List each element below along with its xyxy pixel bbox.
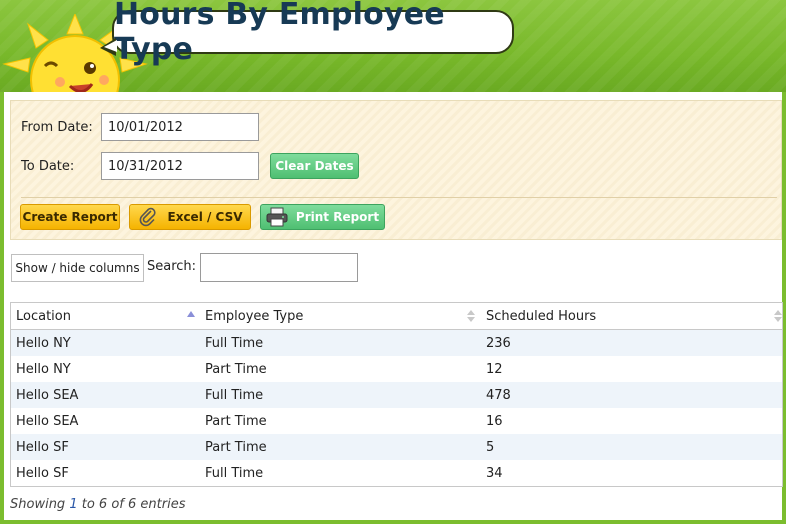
cell-employee-type: Full Time <box>205 465 264 481</box>
cell-employee-type: Part Time <box>205 413 267 429</box>
table-bottom-border <box>10 486 783 487</box>
table-row[interactable]: Hello SEA Part Time 16 <box>10 408 783 434</box>
cell-scheduled-hours: 34 <box>486 465 503 481</box>
info-of: of <box>107 497 128 512</box>
from-date-label: From Date: <box>21 120 93 135</box>
excel-csv-label: Excel / CSV <box>167 210 243 224</box>
cell-scheduled-hours: 16 <box>486 413 503 429</box>
cell-location: Hello NY <box>16 361 71 377</box>
column-header-scheduled-hours[interactable]: Scheduled Hours <box>481 303 784 329</box>
cell-scheduled-hours: 236 <box>486 335 511 351</box>
printer-icon <box>266 207 288 227</box>
frame-left <box>0 92 4 524</box>
header-banner: Hours By Employee Type <box>0 0 786 92</box>
bubble-tail-fill <box>104 40 117 52</box>
cell-location: Hello SF <box>16 465 69 481</box>
info-prefix: Showing <box>10 497 70 512</box>
sort-both-icon <box>467 310 475 322</box>
column-header-employee-type[interactable]: Employee Type <box>200 303 481 329</box>
excel-csv-button[interactable]: Excel / CSV <box>129 204 251 230</box>
panel-divider <box>21 197 777 198</box>
cell-employee-type: Full Time <box>205 335 264 351</box>
page-title: Hours By Employee Type <box>114 0 445 67</box>
info-start: 1 <box>69 497 78 512</box>
column-header-scheduled-hours-label: Scheduled Hours <box>486 308 597 324</box>
cell-employee-type: Part Time <box>205 361 267 377</box>
table-header: Location Employee Type Scheduled Hours <box>10 302 783 330</box>
cell-scheduled-hours: 5 <box>486 439 495 455</box>
clear-dates-button[interactable]: Clear Dates <box>270 153 359 179</box>
cell-location: Hello SF <box>16 439 69 455</box>
cell-employee-type: Full Time <box>205 387 264 403</box>
column-header-location[interactable]: Location <box>11 303 200 329</box>
cell-scheduled-hours: 478 <box>486 387 511 403</box>
sort-both-icon <box>774 310 782 322</box>
cell-location: Hello SEA <box>16 387 79 403</box>
search-label: Search: <box>147 259 197 274</box>
table-row[interactable]: Hello SF Full Time 34 <box>10 460 783 486</box>
cell-location: Hello NY <box>16 335 71 351</box>
filter-panel: From Date: To Date: Clear Dates Create R… <box>10 100 782 240</box>
from-date-field[interactable] <box>101 113 259 141</box>
cell-employee-type: Part Time <box>205 439 267 455</box>
column-header-employee-type-label: Employee Type <box>205 308 304 324</box>
table-row[interactable]: Hello NY Full Time 236 <box>10 330 783 356</box>
column-header-location-label: Location <box>16 308 71 324</box>
create-report-label: Create Report <box>22 210 118 224</box>
print-report-label: Print Report <box>295 210 380 224</box>
clear-dates-label: Clear Dates <box>275 159 354 173</box>
cell-scheduled-hours: 12 <box>486 361 503 377</box>
table-row[interactable]: Hello NY Part Time 12 <box>10 356 783 382</box>
table-info: Showing 1 to 6 of 6 entries <box>10 497 185 512</box>
table-row[interactable]: Hello SF Part Time 5 <box>10 434 783 460</box>
sort-asc-icon <box>187 311 195 317</box>
show-hide-columns-button[interactable]: Show / hide columns <box>11 254 144 282</box>
show-hide-columns-label: Show / hide columns <box>15 261 140 275</box>
paperclip-icon <box>139 207 156 227</box>
to-date-label: To Date: <box>21 159 75 174</box>
cell-location: Hello SEA <box>16 413 79 429</box>
create-report-button[interactable]: Create Report <box>20 204 120 230</box>
info-mid: to <box>77 497 99 512</box>
frame-bottom <box>0 520 786 524</box>
print-report-button[interactable]: Print Report <box>260 204 385 230</box>
table-row[interactable]: Hello SEA Full Time 478 <box>10 382 783 408</box>
to-date-field[interactable] <box>101 152 259 180</box>
search-input[interactable] <box>200 253 358 282</box>
info-end: 6 <box>98 497 108 512</box>
info-suffix: entries <box>136 497 186 512</box>
title-bubble: Hours By Employee Type <box>100 0 514 67</box>
